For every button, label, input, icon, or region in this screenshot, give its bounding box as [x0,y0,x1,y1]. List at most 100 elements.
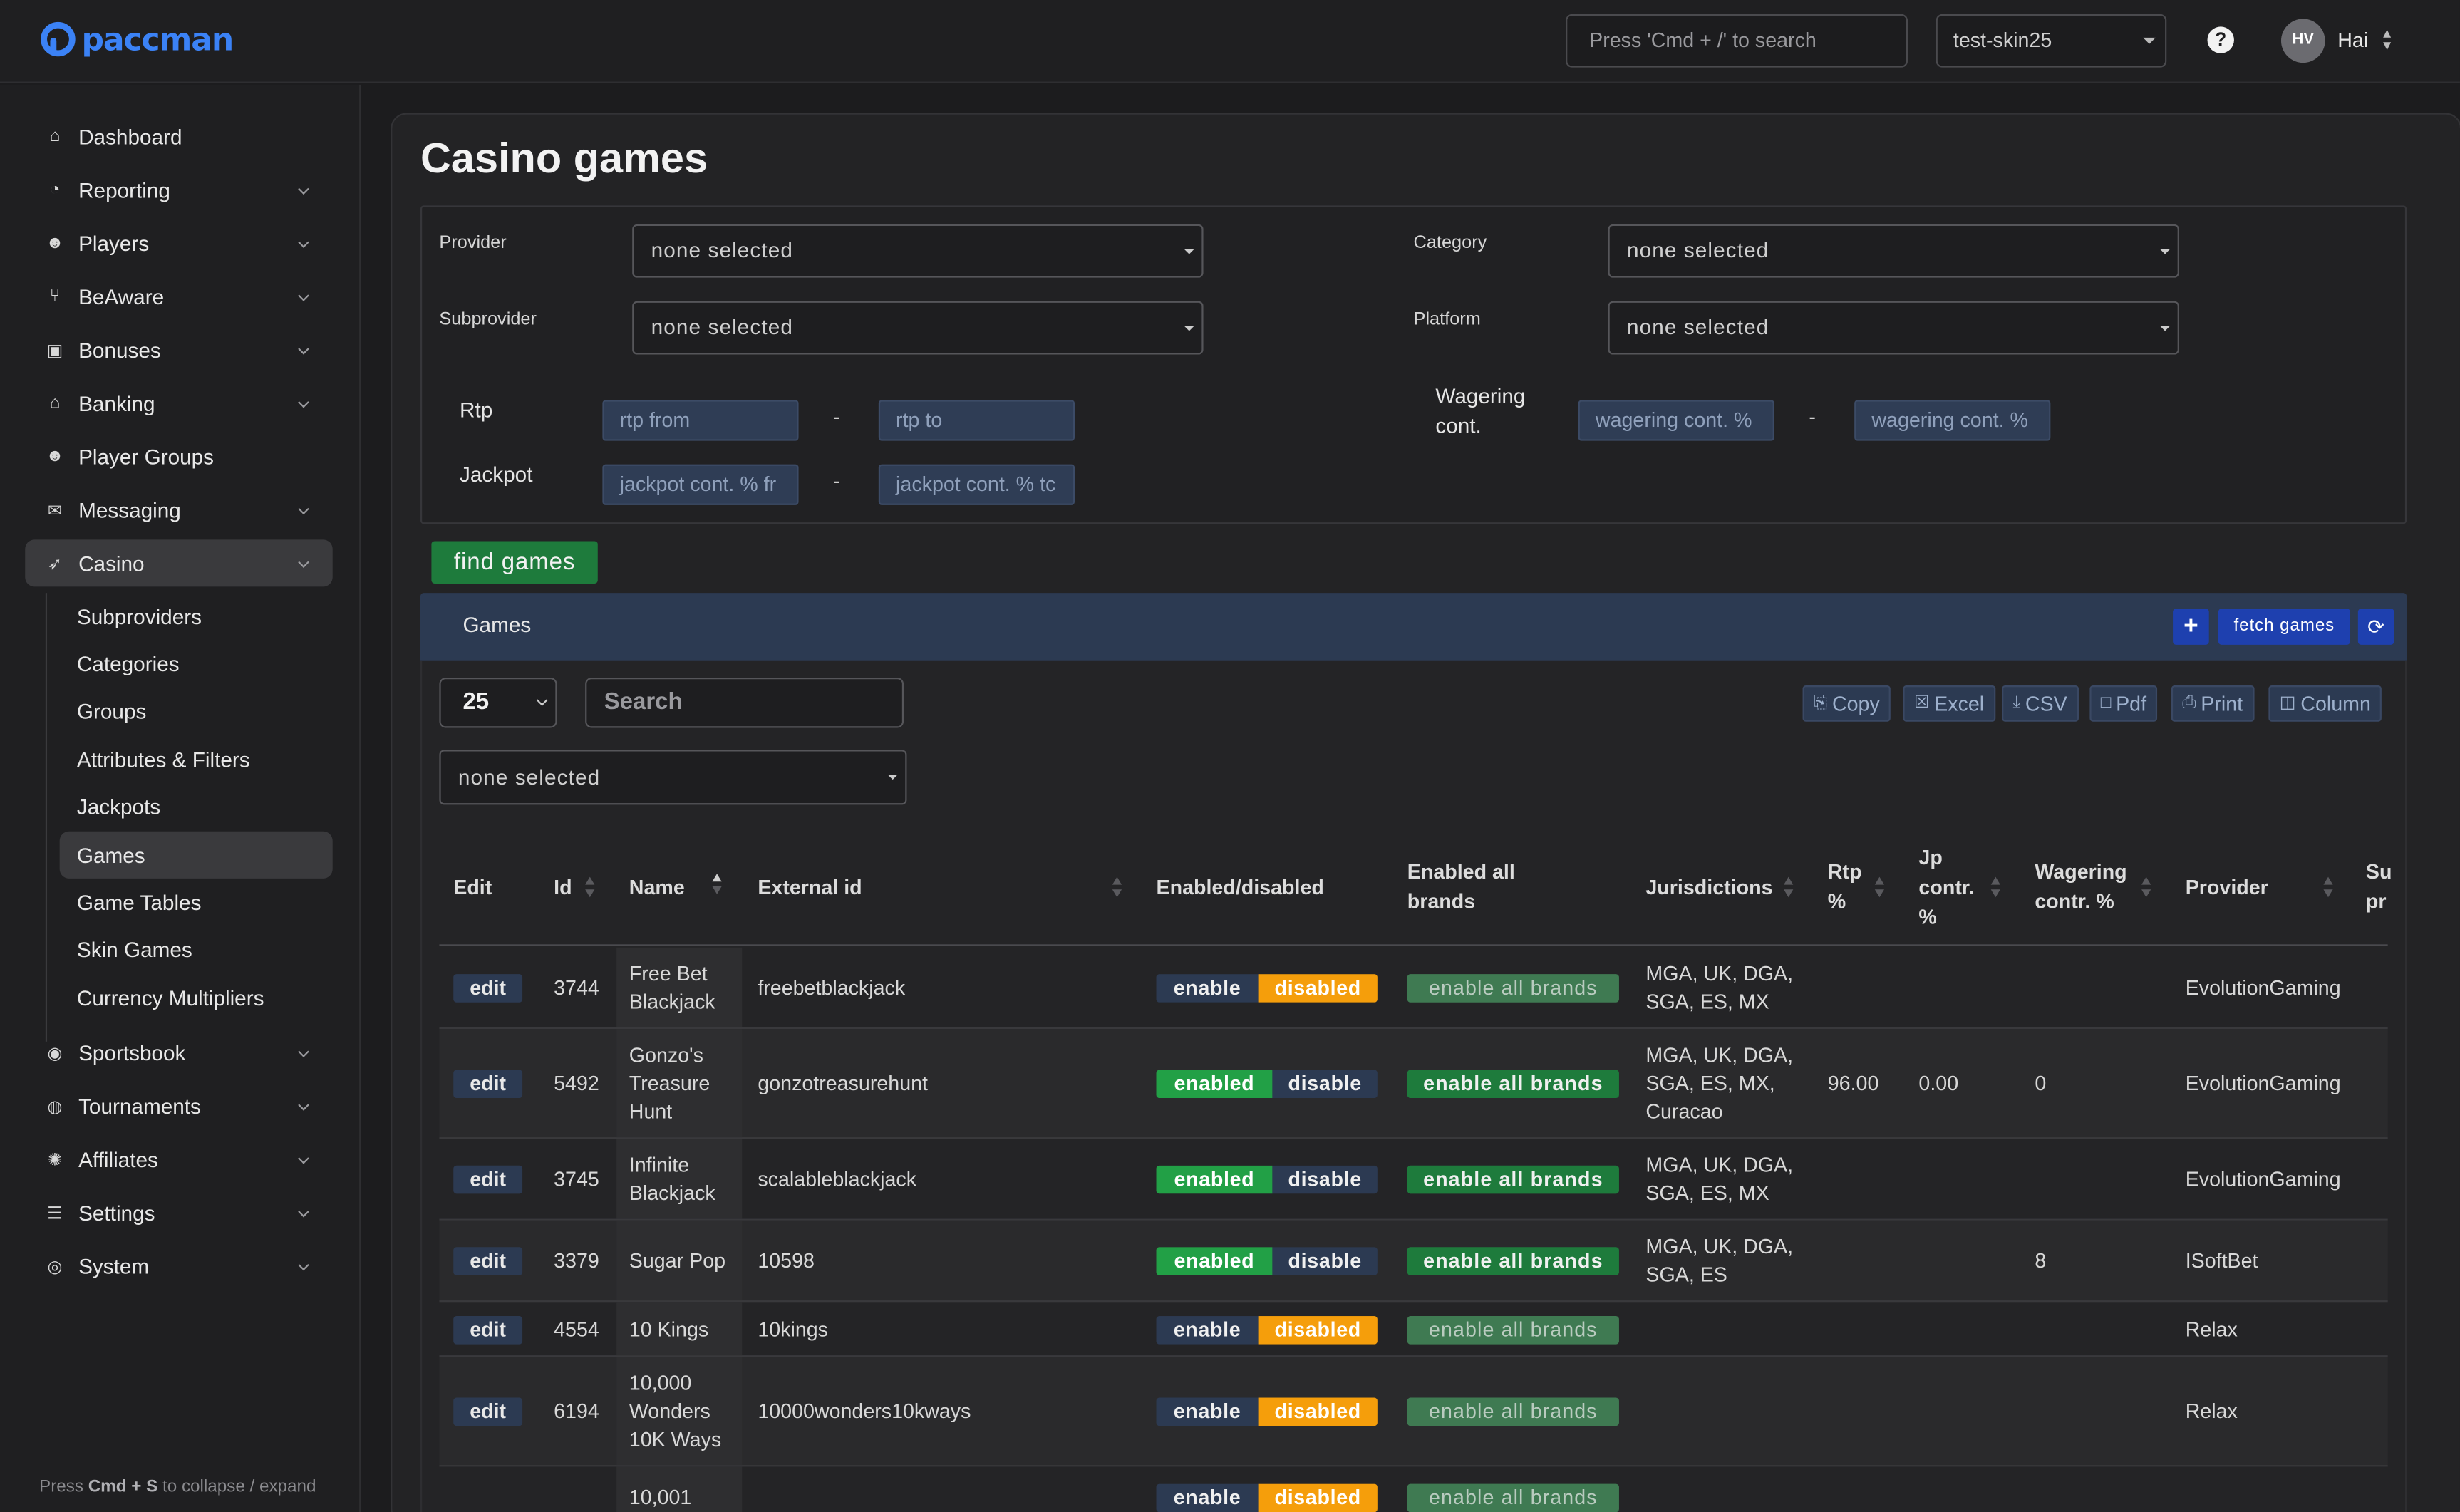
wagering-from-input[interactable]: wagering cont. % [1578,400,1774,441]
print-button[interactable]: ⎙ Print [2171,685,2254,722]
sidebar-item-sportsbook[interactable]: ◉ Sportsbook [25,1029,332,1076]
sidebar-subitem-subproviders[interactable]: Subproviders [60,593,333,640]
enabled-state[interactable]: enabled [1156,1247,1273,1275]
table-search-input[interactable]: Search [585,678,904,728]
fetch-games-button[interactable]: fetch games [2218,609,2350,645]
jackpot-to-input[interactable]: jackpot cont. % tc [878,464,1075,505]
sort-icon[interactable] [1990,876,2000,899]
edit-button[interactable]: edit [453,1397,523,1426]
enable-button[interactable]: enable [1156,1483,1259,1512]
enable-toggle[interactable]: enable disabled [1156,1483,1378,1512]
help-icon[interactable]: ? [2207,26,2234,53]
enabled-state[interactable]: enabled [1156,1165,1273,1194]
sidebar-item-banking[interactable]: ⌂ Banking [25,380,332,427]
sidebar-item-reporting[interactable]: ◔ Reporting [25,166,332,213]
sidebar-item-system[interactable]: ◎ System [25,1243,332,1290]
disabled-state[interactable]: disabled [1258,974,1378,1003]
platform-select[interactable]: none selected [1608,301,2179,355]
avatar[interactable]: HV [2280,19,2325,63]
edit-button[interactable]: edit [453,974,523,1003]
enable-button[interactable]: enable [1156,1397,1259,1426]
enable-all-brands-button[interactable]: enable all brands [1407,974,1619,1003]
header-wagering[interactable]: Wagering [2035,858,2126,886]
sort-icon[interactable] [1784,876,1794,899]
edit-button[interactable]: edit [453,1165,523,1194]
sidebar-item-tournaments[interactable]: ◍ Tournaments [25,1082,332,1129]
disable-button[interactable]: disable [1272,1070,1378,1099]
header-provider[interactable]: Provider [2186,874,2268,902]
sidebar-item-players[interactable]: ☻ Players [25,219,332,266]
enable-all-brands-button[interactable]: enable all brands [1407,1247,1619,1275]
disabled-state[interactable]: disabled [1258,1315,1378,1344]
sidebar-item-player-groups[interactable]: ☻ Player Groups [25,433,332,480]
sidebar-item-affiliates[interactable]: ✺ Affiliates [25,1136,332,1183]
sort-icon[interactable] [585,876,595,899]
add-game-button[interactable]: + [2173,609,2209,645]
refresh-icon[interactable]: ⟳ [2357,609,2394,645]
enable-toggle[interactable]: enabled disable [1156,1247,1378,1275]
header-name[interactable]: Name [629,874,685,902]
sidebar-subitem-categories[interactable]: Categories [60,641,333,688]
enable-all-brands-button[interactable]: enable all brands [1407,1165,1619,1194]
sort-icon[interactable] [1874,876,1885,899]
sidebar-item-bonuses[interactable]: ▣ Bonuses [25,326,332,373]
column-visibility-button[interactable]: ◫ Column [2268,685,2382,722]
enable-toggle[interactable]: enable disabled [1156,1315,1378,1344]
sidebar-subitem-jackpots[interactable]: Jackpots [60,784,333,831]
wagering-to-input[interactable]: wagering cont. % [1854,400,2051,441]
skin-select[interactable]: test-skin25 [1936,14,2167,68]
chevron-updown-icon[interactable]: ▴ ▾ [2383,26,2391,54]
enable-button[interactable]: enable [1156,974,1259,1003]
enable-toggle[interactable]: enabled disable [1156,1070,1378,1099]
sort-icon[interactable] [2323,876,2333,899]
header-subprovider[interactable]: Su [2366,858,2392,886]
enable-button[interactable]: enable [1156,1315,1259,1344]
enable-toggle[interactable]: enabled disable [1156,1165,1378,1194]
subprovider-select[interactable]: none selected [632,301,1204,355]
sidebar-subitem-skin-games[interactable]: Skin Games [60,927,333,974]
header-external-id[interactable]: External id [758,874,862,902]
jackpot-from-input[interactable]: jackpot cont. % fr [602,464,799,505]
provider-select[interactable]: none selected [632,224,1204,278]
user-name[interactable]: Hai [2337,29,2368,52]
header-jurisdictions[interactable]: Jurisdictions [1645,874,1772,902]
disabled-state[interactable]: disabled [1258,1483,1378,1512]
edit-button[interactable]: edit [453,1247,523,1275]
sidebar-subitem-groups[interactable]: Groups [60,688,333,735]
disable-button[interactable]: disable [1272,1165,1378,1194]
pdf-button[interactable]: □ Pdf [2089,685,2158,722]
category-select[interactable]: none selected [1608,224,2179,278]
header-id[interactable]: Id [554,874,572,902]
sidebar-item-messaging[interactable]: ✉ Messaging [25,486,332,533]
disable-button[interactable]: disable [1272,1247,1378,1275]
excel-button[interactable]: ☒ Excel [1903,685,1995,722]
enable-toggle[interactable]: enable disabled [1156,1397,1378,1426]
sidebar-subitem-attributes-filters[interactable]: Attributes & Filters [60,736,333,783]
sidebar-item-casino[interactable]: ➶ Casino [25,539,333,587]
enable-all-brands-button[interactable]: enable all brands [1407,1483,1619,1512]
enabled-state[interactable]: enabled [1156,1070,1273,1099]
sidebar-subitem-currency-multipliers[interactable]: Currency Multipliers [60,975,333,1022]
edit-button[interactable]: edit [453,1315,523,1344]
disabled-state[interactable]: disabled [1258,1397,1378,1426]
enable-all-brands-button[interactable]: enable all brands [1407,1315,1619,1344]
page-length-select[interactable]: 25 [439,678,557,728]
column-filter-select[interactable]: none selected [439,750,907,805]
csv-button[interactable]: ⤓ CSV [2002,685,2079,722]
enable-all-brands-button[interactable]: enable all brands [1407,1397,1619,1426]
enable-all-brands-button[interactable]: enable all brands [1407,1070,1619,1099]
logo[interactable]: paccman [41,21,234,58]
sort-asc-icon[interactable] [712,874,722,896]
sidebar-item-dashboard[interactable]: ⌂ Dashboard [25,113,332,160]
edit-button[interactable]: edit [453,1070,523,1099]
rtp-to-input[interactable]: rtp to [878,400,1075,441]
global-search-input[interactable]: Press 'Cmd + /' to search [1566,14,1908,68]
sidebar-item-beaware[interactable]: ⑂ BeAware [25,273,332,320]
sidebar-item-settings[interactable]: ☰ Settings [25,1189,332,1236]
header-rtp[interactable]: Rtp [1828,858,1862,886]
header-jp[interactable]: Jp [1918,844,1942,872]
copy-button[interactable]: ⎘ Copy [1802,685,1891,722]
sort-icon[interactable] [1112,876,1122,899]
sort-icon[interactable] [2141,876,2151,899]
rtp-from-input[interactable]: rtp from [602,400,799,441]
